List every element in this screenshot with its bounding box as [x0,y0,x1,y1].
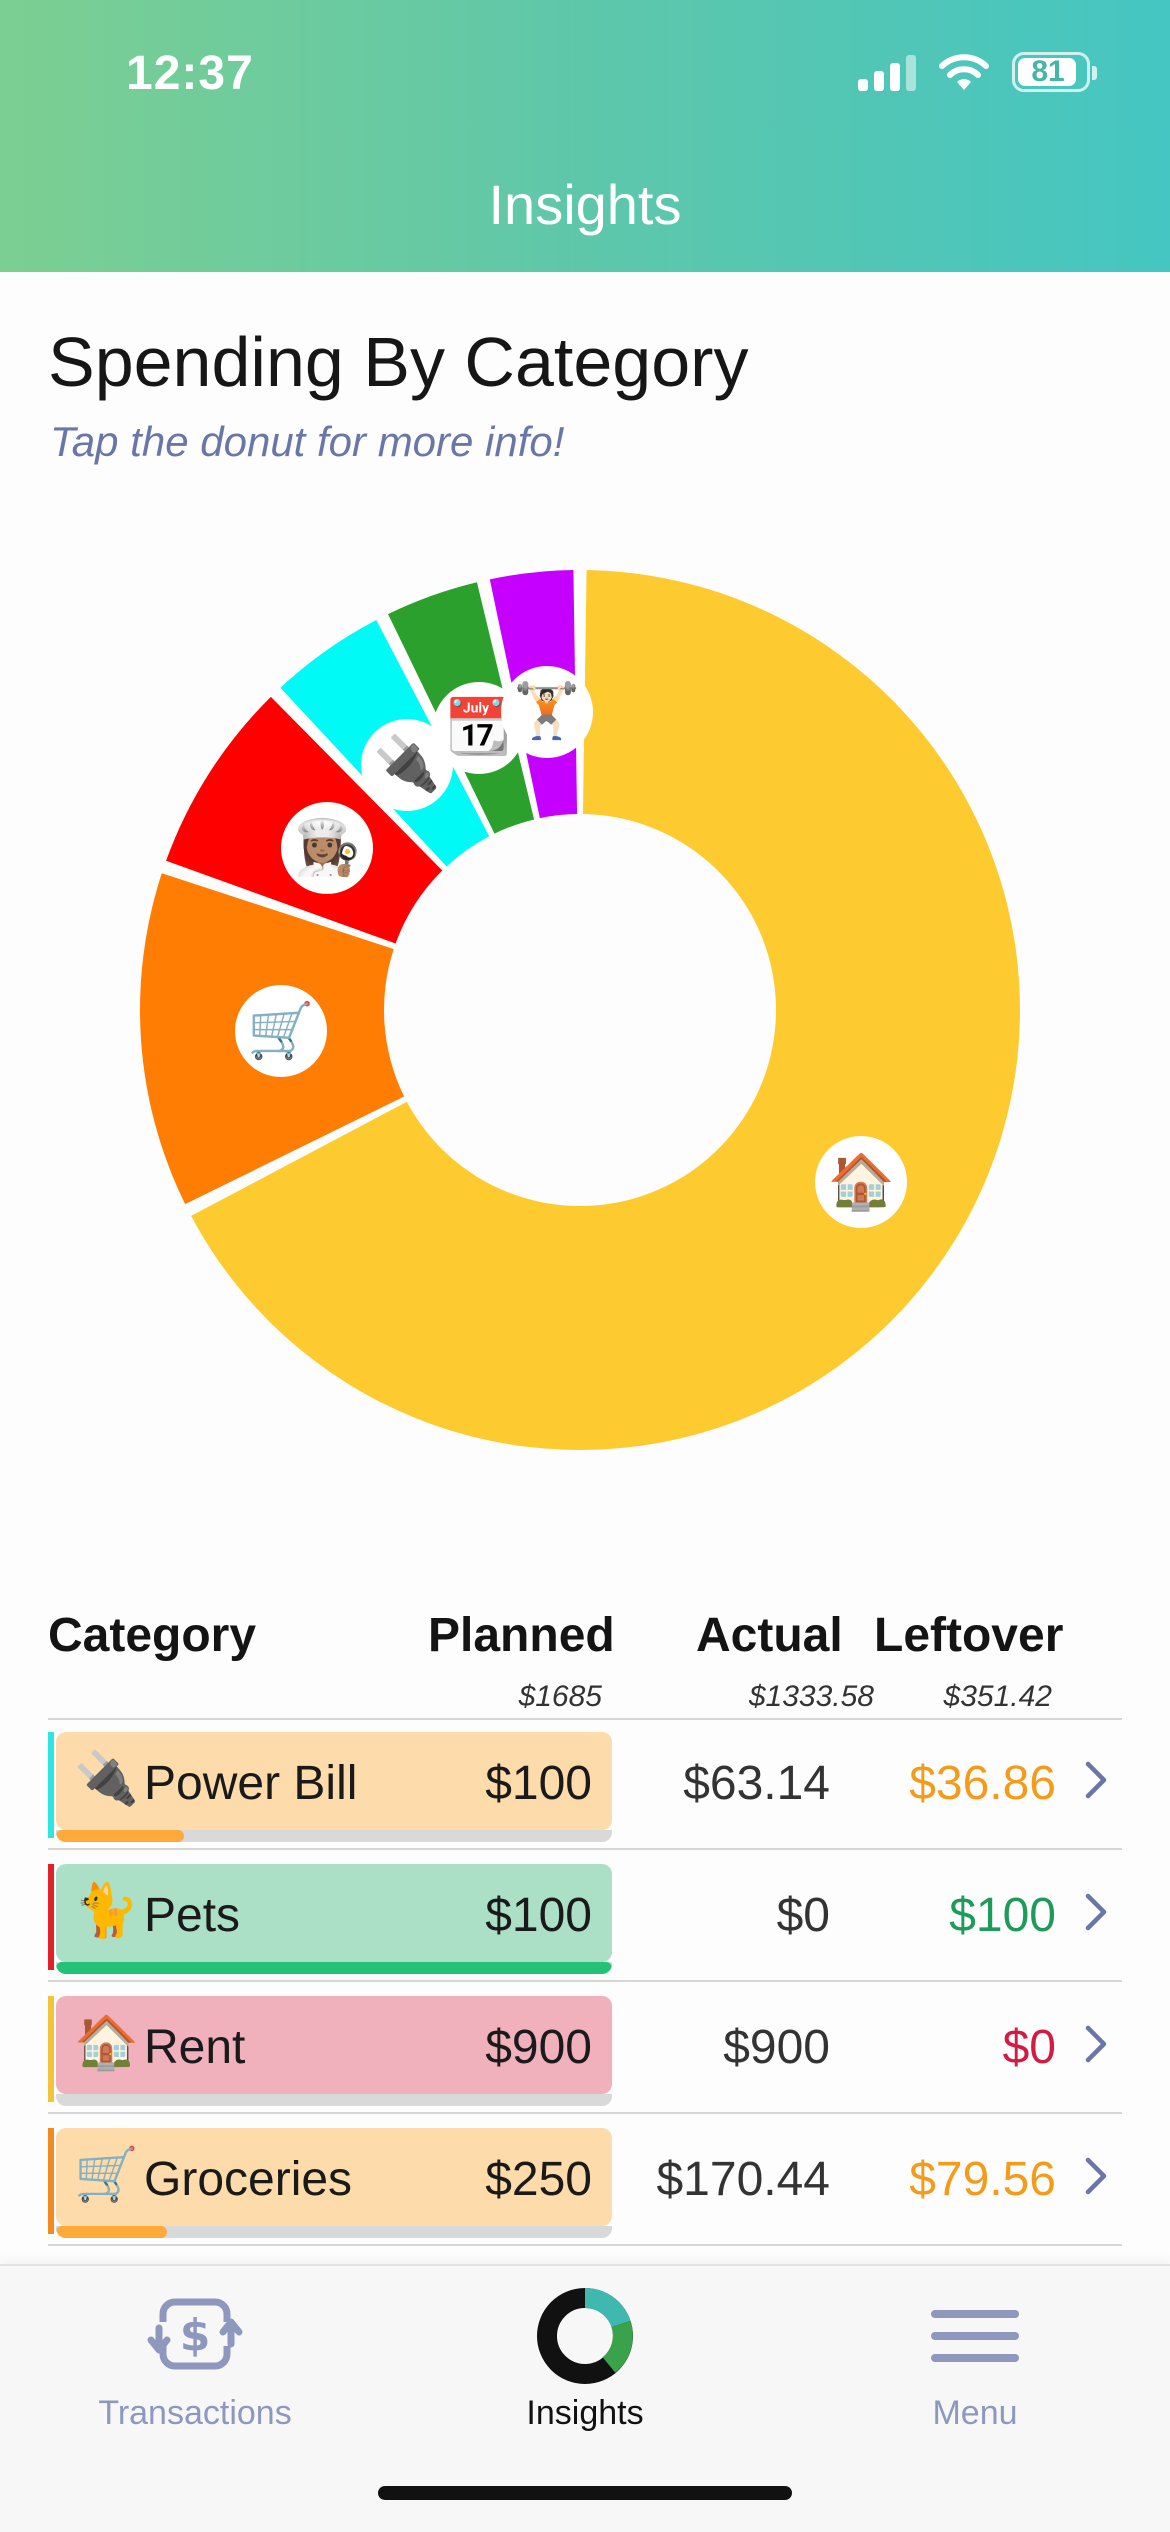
category-name: Rent [144,2021,246,2074]
planned-amount: $100 [485,1757,592,1810]
category-pill: 🛒 Groceries $250 [56,2128,612,2226]
leftover-amount: $79.56 [909,2153,1056,2206]
leftover-amount: $0 [1002,2021,1056,2074]
chevron-right-icon [1085,1893,1107,1931]
progress-track [56,2094,612,2106]
section-subtitle: Tap the donut for more info! [50,418,565,465]
category-row-rent[interactable]: 🏠 Rent $900 $900 $0 [48,1984,1122,2114]
category-pill: 🐈 Pets $100 [56,1864,612,1962]
progress-track [56,1962,612,1974]
cellular-signal-icon [858,53,916,91]
total-leftover: $351.42 [943,1680,1052,1713]
status-icons: 81 [858,52,1097,92]
tab-transactions-label: Transactions [98,2394,292,2432]
status-time: 12:37 [126,47,254,100]
svg-text:$: $ [180,2310,211,2361]
category-name: Power Bill [144,1757,358,1810]
category-accent [48,1732,54,1838]
row-divider [48,1848,1122,1850]
leftover-amount: $36.86 [909,1757,1056,1810]
category-pill: 🏠 Rent $900 [56,1996,612,2094]
battery-icon: 81 [1012,52,1097,92]
actual-amount: $63.14 [683,1757,830,1810]
row-divider [48,1980,1122,1982]
tab-menu-label: Menu [932,2394,1018,2432]
chevron-right-icon [1085,2025,1107,2063]
category-name: Groceries [144,2153,353,2206]
electric-plug-icon: 🔌 [74,1750,139,1808]
header-planned: Planned [428,1609,615,1662]
progress-track [56,2226,612,2238]
tab-menu[interactable]: Menu [780,2266,1170,2466]
category-row-pets[interactable]: 🐈 Pets $100 $0 $100 [48,1852,1122,1982]
tab-transactions[interactable]: $ Transactions [0,2266,390,2466]
category-accent [48,2128,54,2234]
spending-donut-chart[interactable]: 🏠 🛒 👩🏽‍🍳 🔌 📆 🏋🏻 [130,560,1030,1460]
progress-fill [56,2226,168,2238]
header: 12:37 81 Insights [0,0,1170,272]
house-icon: 🏠 [74,2014,139,2072]
header-leftover: Leftover [874,1609,1064,1662]
cat-icon: 🐈 [74,1882,139,1940]
header-category: Category [48,1609,257,1662]
planned-amount: $100 [485,1889,592,1942]
category-pill: 🔌 Power Bill $100 [56,1732,612,1830]
transactions-icon: $ [147,2298,243,2370]
progress-track [56,1830,612,1842]
actual-amount: $170.44 [656,2153,830,2206]
header-actual: Actual [696,1609,843,1662]
tab-insights[interactable]: Insights [390,2266,780,2466]
battery-level: 81 [1031,55,1065,88]
planned-amount: $900 [485,2021,592,2074]
chef-icon: 👩🏽‍🍳 [281,802,374,895]
home-indicator [378,2486,792,2500]
category-row-power-bill[interactable]: 🔌 Power Bill $100 $63.14 $36.86 [48,1720,1122,1850]
planned-amount: $250 [485,2153,592,2206]
chevron-right-icon [1085,2157,1107,2195]
page-title: Insights [488,173,682,236]
total-planned: $1685 [518,1680,602,1713]
tab-insights-label: Insights [526,2394,644,2432]
progress-fill [56,1830,184,1842]
chevron-right-icon [1085,1761,1107,1799]
category-accent [48,1864,54,1970]
shopping-cart-icon: 🛒 [234,985,327,1078]
table-header: Category Planned Actual Leftover $1685 $… [0,1608,1170,1724]
wifi-icon [939,54,989,90]
insights-donut-icon [537,2288,633,2384]
total-actual: $1333.58 [748,1680,874,1713]
progress-fill [56,1962,612,1974]
leftover-amount: $100 [949,1889,1056,1942]
weightlifter-icon: 🏋🏻 [500,665,593,758]
actual-amount: $0 [776,1889,830,1942]
row-divider [48,2112,1122,2114]
menu-icon [931,2310,1019,2362]
category-row-groceries[interactable]: 🛒 Groceries $250 $170.44 $79.56 [48,2116,1122,2246]
section-title: Spending By Category [48,323,749,401]
category-accent [48,1996,54,2102]
actual-amount: $900 [723,2021,830,2074]
shopping-cart-icon: 🛒 [74,2146,139,2204]
row-divider [48,2244,1122,2246]
category-name: Pets [144,1889,241,1942]
